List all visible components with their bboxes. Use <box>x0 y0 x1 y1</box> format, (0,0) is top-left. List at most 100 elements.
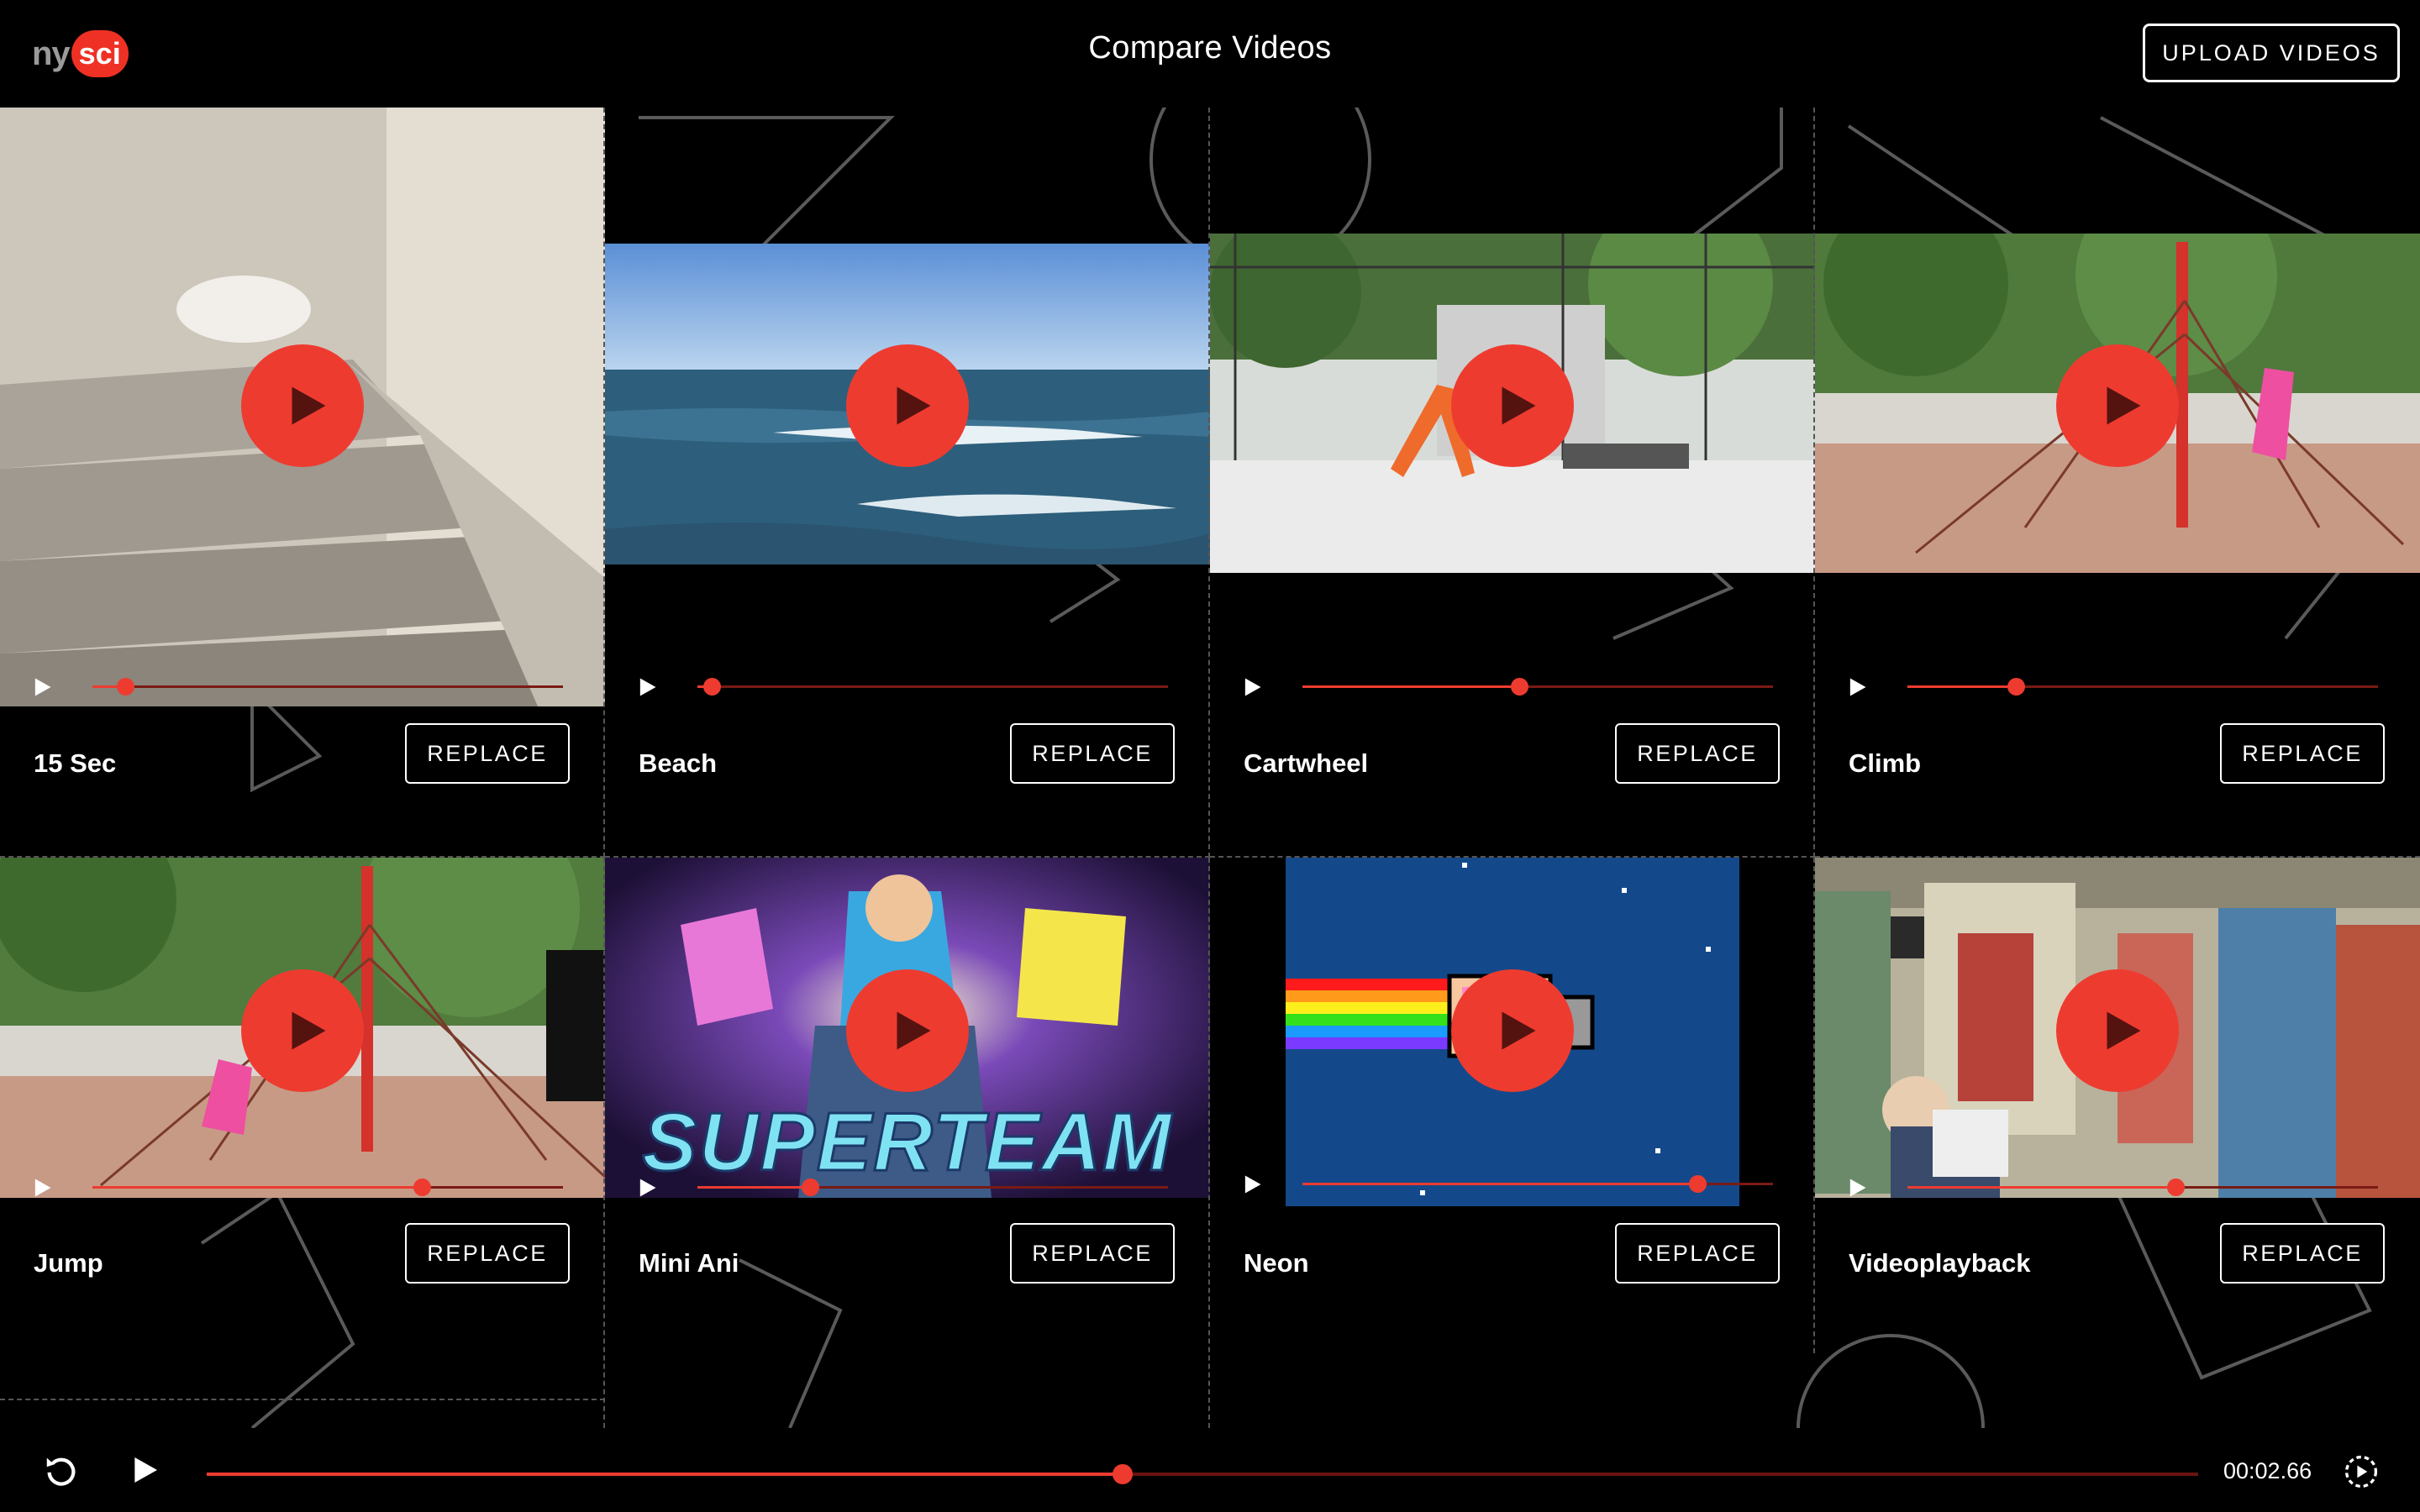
scrubber-knob[interactable] <box>117 678 135 696</box>
video-scrubber[interactable] <box>1907 1179 2378 1196</box>
master-scrubber-knob[interactable] <box>1113 1464 1134 1484</box>
video-label-row: Beach REPLACE <box>605 706 1210 858</box>
scrubber-knob[interactable] <box>1510 678 1528 696</box>
play-icon <box>1502 386 1536 425</box>
video-scrubber[interactable] <box>1302 678 1773 696</box>
scrubber-fill <box>92 1186 422 1189</box>
scrubber-fill <box>1907 685 2016 688</box>
play-icon[interactable] <box>1240 675 1264 699</box>
video-tile: Climb REPLACE <box>1815 108 2420 858</box>
video-controls <box>605 665 1210 706</box>
divider <box>0 1399 605 1400</box>
page-title: Compare Videos <box>1088 30 1332 66</box>
video-controls <box>1210 665 1815 706</box>
video-tile: Jump REPLACE <box>0 858 605 1428</box>
video-scrubber[interactable] <box>92 1179 563 1196</box>
video-scrubber[interactable] <box>1302 1175 1773 1193</box>
scrubber-knob[interactable] <box>413 1179 431 1196</box>
video-label-row: Neon REPLACE <box>1210 1206 1815 1357</box>
scrubber-knob[interactable] <box>702 678 721 696</box>
video-player[interactable] <box>0 108 605 706</box>
master-scrubber[interactable] <box>207 1464 2198 1484</box>
big-play-button[interactable] <box>1451 344 1574 467</box>
play-icon[interactable] <box>1845 675 1869 699</box>
video-player[interactable] <box>1210 858 1815 1206</box>
video-name: 15 Sec <box>34 748 117 778</box>
video-controls <box>605 1166 1210 1206</box>
big-play-button[interactable] <box>241 969 364 1092</box>
video-name: Beach <box>639 748 718 778</box>
video-name: Neon <box>1244 1248 1309 1278</box>
restart-icon[interactable] <box>42 1452 81 1490</box>
video-label-row: Climb REPLACE <box>1815 706 2420 858</box>
video-scrubber[interactable] <box>1907 678 2378 696</box>
scrubber-fill <box>697 1186 811 1189</box>
replace-button[interactable]: REPLACE <box>2220 723 2385 784</box>
video-player[interactable] <box>0 858 605 1206</box>
scrubber-knob[interactable] <box>2007 678 2025 696</box>
play-icon <box>292 1011 326 1050</box>
play-icon[interactable] <box>1240 1173 1264 1196</box>
play-icon[interactable] <box>1845 1176 1869 1200</box>
scrubber-knob[interactable] <box>2167 1179 2186 1196</box>
master-scrubber-fill <box>207 1473 1123 1476</box>
video-label-row: Jump REPLACE <box>0 1206 605 1357</box>
video-controls <box>0 665 605 706</box>
replace-button[interactable]: REPLACE <box>405 723 570 784</box>
timecode: 00:02.66 <box>2223 1458 2312 1483</box>
play-icon <box>897 386 931 425</box>
video-tile: Cartwheel REPLACE <box>1210 108 1815 858</box>
video-player[interactable] <box>1815 858 2420 1206</box>
scrubber-fill <box>1302 685 1519 688</box>
video-tile: SUPERTEAM Mini Ani REPLACE <box>605 858 1210 1428</box>
video-name: Cartwheel <box>1244 748 1369 778</box>
play-icon <box>2107 386 2141 425</box>
video-scrubber[interactable] <box>697 1179 1168 1196</box>
big-play-button[interactable] <box>2056 969 2179 1092</box>
master-playback-bar: 00:02.66 <box>0 1428 2420 1512</box>
playback-speed-icon[interactable] <box>2343 1453 2380 1490</box>
replace-button[interactable]: REPLACE <box>1615 1223 1780 1284</box>
video-scrubber[interactable] <box>92 678 563 696</box>
video-scrubber[interactable] <box>697 678 1168 696</box>
video-controls <box>1210 1163 1815 1205</box>
replace-button[interactable]: REPLACE <box>1010 1223 1175 1284</box>
video-controls <box>0 1166 605 1206</box>
video-label-row: Cartwheel REPLACE <box>1210 706 1815 858</box>
video-tile: Neon REPLACE <box>1210 858 1815 1428</box>
video-controls <box>1815 665 2420 706</box>
master-play-icon[interactable] <box>128 1453 161 1487</box>
replace-button[interactable]: REPLACE <box>1010 723 1175 784</box>
video-grid: 15 Sec REPLACE Beach REPLACE Cartwheel R… <box>0 108 2420 1428</box>
play-icon[interactable] <box>30 1176 54 1200</box>
play-icon[interactable] <box>635 675 659 699</box>
video-tile: 15 Sec REPLACE <box>0 108 605 858</box>
video-name: Videoplayback <box>1849 1248 2031 1278</box>
big-play-button[interactable] <box>1451 969 1574 1092</box>
big-play-button[interactable] <box>2056 344 2179 467</box>
big-play-button[interactable] <box>846 969 969 1092</box>
video-player[interactable]: SUPERTEAM <box>605 858 1210 1206</box>
big-play-button[interactable] <box>846 344 969 467</box>
big-play-button[interactable] <box>241 344 364 467</box>
scrubber-fill <box>1302 1183 1698 1185</box>
video-label-row: 15 Sec REPLACE <box>0 706 605 858</box>
scrubber-knob[interactable] <box>802 1179 820 1196</box>
video-label-row: Mini Ani REPLACE <box>605 1206 1210 1357</box>
replace-button[interactable]: REPLACE <box>2220 1223 2385 1284</box>
scrubber-knob[interactable] <box>1689 1175 1707 1193</box>
video-name: Mini Ani <box>639 1248 739 1278</box>
video-tile: Videoplayback REPLACE <box>1815 858 2420 1428</box>
video-player[interactable] <box>1210 108 1815 706</box>
video-tile: Beach REPLACE <box>605 108 1210 858</box>
replace-button[interactable]: REPLACE <box>1615 723 1780 784</box>
upload-videos-button[interactable]: UPLOAD VIDEOS <box>2143 24 2400 82</box>
scrubber-fill <box>1907 1186 2176 1189</box>
app-header: ny sci Compare Videos UPLOAD VIDEOS <box>0 0 2420 108</box>
video-player[interactable] <box>1815 108 2420 706</box>
play-icon[interactable] <box>635 1176 659 1200</box>
replace-button[interactable]: REPLACE <box>405 1223 570 1284</box>
video-name: Climb <box>1849 748 1922 778</box>
video-player[interactable] <box>605 108 1210 706</box>
play-icon[interactable] <box>30 675 54 699</box>
